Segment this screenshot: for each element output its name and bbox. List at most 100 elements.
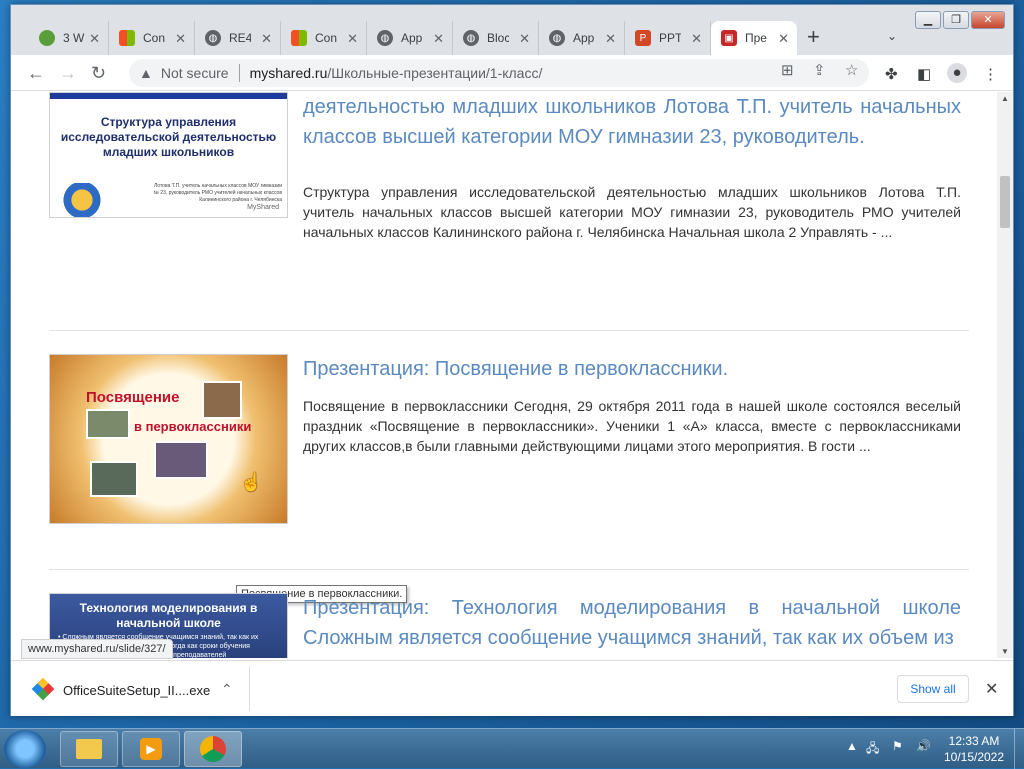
tab-strip: 3 W ✕ Con ✕ ◍ RE4 ✕ Con ✕ ◍ App ✕ ◍ Bloc ✕ ◍ App ✕ …	[11, 5, 1013, 55]
not-secure-label[interactable]: Not secure	[161, 65, 229, 81]
back-icon[interactable]: ←	[27, 63, 45, 83]
tab-2[interactable]: Con ✕	[109, 21, 195, 55]
extensions-icon[interactable]: ✤	[885, 65, 898, 83]
tab-8[interactable]: P PPT ✕	[625, 21, 711, 55]
close-icon[interactable]: ✕	[347, 31, 358, 47]
scrollbar-thumb[interactable]	[1000, 176, 1010, 228]
thumb-line-1: Посвящение	[86, 389, 180, 406]
thumb-meta: Лотова Т.П. учитель начальных классов МО…	[153, 183, 282, 203]
close-icon[interactable]: ✕	[691, 31, 702, 47]
folder-icon	[76, 739, 102, 759]
tab-active[interactable]: ▣ Пре ✕	[711, 21, 797, 55]
tab-title: 3 W	[63, 31, 85, 45]
scroll-down-arrow-icon[interactable]: ▼	[1001, 647, 1009, 656]
close-icon[interactable]: ✕	[433, 31, 444, 47]
close-icon[interactable]: ✕	[175, 31, 186, 47]
show-desktop-button[interactable]	[1014, 729, 1024, 769]
tab-title: Bloc	[487, 31, 509, 45]
ppt-icon: P	[635, 30, 651, 46]
status-url: www.myshared.ru/slide/327/	[21, 639, 173, 659]
scroll-up-arrow-icon[interactable]: ▲	[1001, 94, 1009, 103]
close-icon[interactable]: ✕	[89, 31, 100, 47]
close-download-bar-icon[interactable]: ✕	[985, 679, 998, 699]
divider	[49, 569, 969, 570]
result-description-text: Структура управления исследовательской д…	[303, 184, 961, 240]
thumb-photo	[86, 409, 130, 439]
result-title-link[interactable]: Презентация: Посвящение в первоклассники…	[303, 354, 961, 384]
minimize-button[interactable]: ▁	[915, 11, 941, 29]
microsoft-icon	[291, 30, 307, 46]
menu-icon[interactable]: ⋮	[983, 65, 998, 83]
thumb-photo	[202, 381, 242, 419]
tab-3[interactable]: ◍ RE4 ✕	[195, 21, 281, 55]
tab-title: Пре	[745, 31, 767, 45]
tab-1[interactable]: 3 W ✕	[29, 21, 109, 55]
result-item: Структура управления исследовательской д…	[49, 92, 969, 302]
address-separator	[238, 64, 240, 82]
green-app-icon	[39, 30, 55, 46]
divider	[249, 667, 250, 711]
tab-title: Con	[143, 31, 165, 45]
address-bar[interactable]: ▲ Not secure myshared.ru/Школьные-презен…	[129, 59, 869, 87]
volume-icon[interactable]: 🔊	[916, 739, 931, 753]
tab-7[interactable]: ◍ App ✕	[539, 21, 625, 55]
explorer-taskbar-button[interactable]	[60, 731, 118, 767]
show-hidden-icons-icon[interactable]: ▲	[846, 739, 858, 753]
close-icon[interactable]: ✕	[605, 31, 616, 47]
tab-6[interactable]: ◍ Bloc ✕	[453, 21, 539, 55]
tab-4[interactable]: Con ✕	[281, 21, 367, 55]
bookmark-star-icon[interactable]: ☆	[845, 61, 858, 79]
forward-icon[interactable]: →	[59, 63, 77, 83]
result-title-link[interactable]: Презентация: Структура управления исслед…	[303, 92, 961, 152]
result-item: Посвящение в первоклассники Презентация:…	[49, 354, 969, 534]
thumb-title: Структура управления исследовательской д…	[60, 115, 277, 159]
download-filename[interactable]: OfficeSuiteSetup_II....exe	[63, 683, 210, 698]
hand-cursor-icon: ☝	[240, 472, 263, 492]
thumb-line-2: в первоклассники	[134, 419, 252, 434]
close-icon[interactable]: ✕	[261, 31, 272, 47]
share-icon[interactable]: ⇪	[813, 61, 826, 79]
show-all-button[interactable]: Show all	[897, 675, 969, 703]
result-title-link[interactable]: Презентация: Технология моделирования в …	[303, 593, 961, 653]
scrollbar[interactable]: ▲ ▼	[997, 92, 1013, 658]
divider	[49, 330, 969, 331]
tab-search-chevron-icon[interactable]: ⌄	[887, 29, 897, 43]
reload-icon[interactable]: ↻	[91, 63, 106, 83]
clock-date: 10/15/2022	[943, 750, 1005, 764]
tab-title: PPT	[659, 31, 681, 45]
tab-title: App	[573, 31, 595, 45]
result-thumbnail[interactable]: Посвящение в первоклассники	[49, 354, 288, 524]
tab-title: App	[401, 31, 423, 45]
close-icon[interactable]: ✕	[778, 31, 789, 47]
url-path: /Школьные-презентации/1-класс/	[327, 65, 543, 81]
start-button[interactable]	[4, 730, 46, 768]
new-tab-button[interactable]: +	[807, 26, 820, 48]
thumb-brand: MyShared	[247, 204, 279, 211]
globe-icon: ◍	[463, 30, 479, 46]
url-text[interactable]: myshared.ru/Школьные-презентации/1-класс…	[250, 65, 543, 81]
warning-icon[interactable]: ▲	[139, 65, 153, 81]
close-window-button[interactable]: ✕	[971, 11, 1005, 29]
chevron-up-icon[interactable]: ⌃	[221, 681, 233, 698]
result-thumbnail[interactable]: Структура управления исследовательской д…	[49, 92, 288, 218]
close-icon[interactable]: ✕	[519, 31, 530, 47]
result-description: Посвящение в первоклассники Сегодня, 29 …	[303, 398, 961, 454]
browser-window: 3 W ✕ Con ✕ ◍ RE4 ✕ Con ✕ ◍ App ✕ ◍ Bloc ✕ ◍ App ✕ …	[10, 4, 1014, 716]
action-center-icon[interactable]: ⚑	[892, 739, 903, 753]
chrome-taskbar-button[interactable]	[184, 731, 242, 767]
tab-5[interactable]: ◍ App ✕	[367, 21, 453, 55]
media-player-taskbar-button[interactable]: ▶	[122, 731, 180, 767]
download-bar: OfficeSuiteSetup_II....exe ⌃ Show all ✕	[11, 660, 1013, 716]
taskbar: ▶ ▲ 🖧 ⚑ 🔊 12:33 AM 10/15/2022	[0, 728, 1024, 769]
page-content: Структура управления исследовательской д…	[11, 92, 997, 658]
browser-toolbar: ← → ↻ ▲ Not secure myshared.ru/Школьные-…	[11, 55, 1013, 91]
profile-avatar-icon[interactable]: ●	[947, 63, 967, 83]
thumb-photo	[154, 441, 208, 479]
tab-title: Con	[315, 31, 337, 45]
url-host: myshared.ru	[249, 65, 328, 81]
translate-icon[interactable]: ⊞	[781, 61, 794, 79]
clock[interactable]: 12:33 AM 10/15/2022	[938, 733, 1010, 765]
side-panel-icon[interactable]: ◧	[917, 65, 931, 83]
maximize-button[interactable]: ❐	[943, 11, 969, 29]
network-icon[interactable]: 🖧	[866, 739, 879, 760]
